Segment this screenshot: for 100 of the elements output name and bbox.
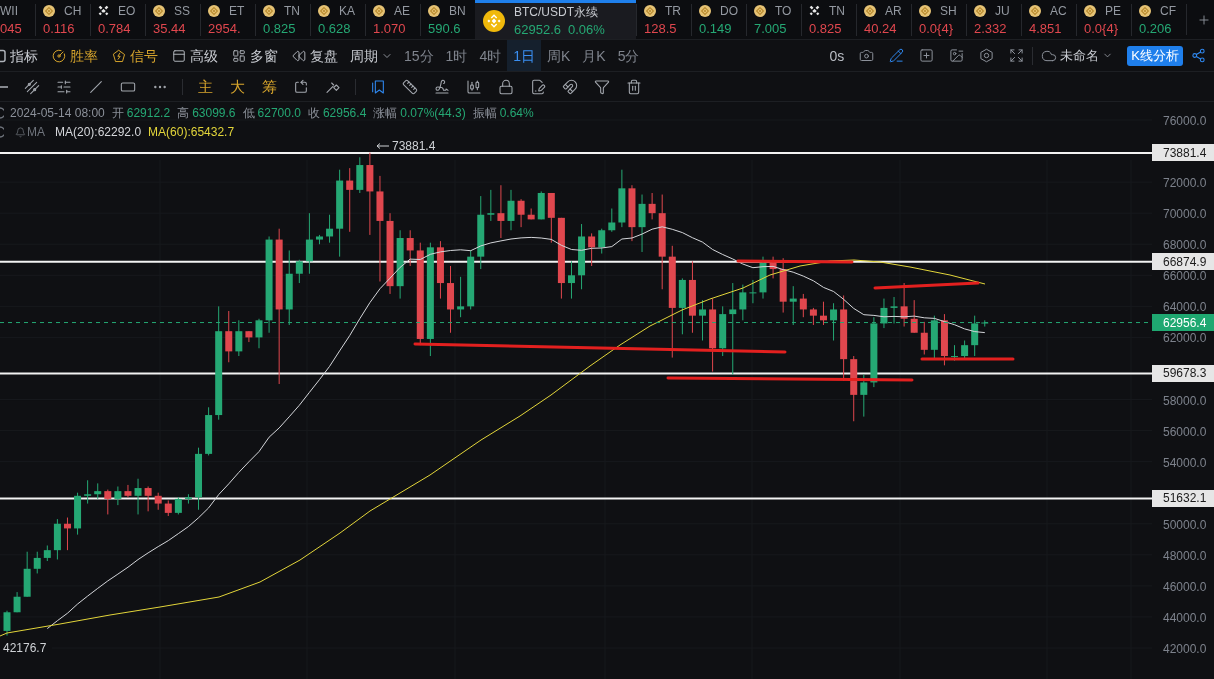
ticker-tab[interactable]: DO 0.149 xyxy=(691,3,746,36)
price-text: 128.5 xyxy=(644,20,678,36)
tool-button[interactable]: 主 xyxy=(197,77,213,96)
trend-line[interactable] xyxy=(666,376,914,382)
symbol-text: BTC/USDT永续 xyxy=(514,5,599,19)
menu-button[interactable]: 多窗 xyxy=(232,47,278,64)
ticker-tab[interactable]: PE 0.0{4} xyxy=(1076,3,1131,36)
ticker-tab[interactable]: WII 045 xyxy=(0,3,35,36)
period-tab[interactable]: 1日 xyxy=(507,40,541,71)
period-tab[interactable]: 15分 xyxy=(398,40,440,71)
panel-icon xyxy=(172,48,186,63)
symbol-text: WII xyxy=(0,3,18,18)
price-text: 0.628 xyxy=(318,20,352,36)
price-text: 2954. xyxy=(208,20,242,36)
sliders-icon[interactable] xyxy=(56,78,72,95)
indicator-value: MA(60):65432.7 xyxy=(148,126,235,138)
menu-button[interactable]: 胜率 xyxy=(52,47,98,64)
fullscreen-icon[interactable] xyxy=(1009,48,1025,63)
indicator-icon xyxy=(0,48,6,63)
period-tab[interactable]: 1时 xyxy=(439,40,474,71)
signature-icon[interactable] xyxy=(434,78,450,95)
menu-button[interactable]: 高级 xyxy=(172,47,218,64)
ticker-tab[interactable]: AE 1.070 xyxy=(365,3,420,36)
axis-label: 64000.0 xyxy=(1162,301,1207,313)
magnet-icon[interactable] xyxy=(562,78,578,95)
trash-icon[interactable] xyxy=(626,78,642,95)
line-segment-icon[interactable] xyxy=(88,78,104,95)
coin-icon xyxy=(208,4,220,17)
ruler-icon[interactable] xyxy=(402,78,418,95)
candlestick-icon[interactable] xyxy=(466,78,482,95)
ticker-tab[interactable]: TO 7.005 xyxy=(746,3,801,36)
menu-button[interactable]: 复盘 xyxy=(292,47,338,64)
trend-line[interactable] xyxy=(413,342,787,354)
filter-icon[interactable] xyxy=(594,78,610,95)
axis-label: 58000.0 xyxy=(1162,395,1207,407)
hexagon-icon[interactable] xyxy=(979,48,995,63)
axis-label: 44000.0 xyxy=(1162,612,1207,624)
ticker-tab[interactable]: TN 0.825 xyxy=(801,3,856,36)
symbol-text: DO xyxy=(720,3,738,18)
axis-label: 68000.0 xyxy=(1162,239,1207,251)
ticker-tab[interactable]: SH 0.0{4} xyxy=(911,3,966,36)
period-tab[interactable]: 4时 xyxy=(473,40,508,71)
timer-text: 0s xyxy=(829,47,845,64)
coin-icon xyxy=(43,4,55,17)
high-price-label: 73881.4 xyxy=(392,140,436,152)
cross-icon xyxy=(98,5,109,16)
parallel-lines-icon[interactable] xyxy=(24,78,40,95)
price-level-line[interactable] xyxy=(0,260,1152,263)
analysis-button[interactable]: K线分析 xyxy=(1127,45,1183,66)
ticker-tab[interactable]: CF 0.206 xyxy=(1131,3,1186,36)
symbol-text: SS xyxy=(174,3,190,18)
price-level-label: 73881.4 xyxy=(1152,144,1214,162)
coin-icon xyxy=(754,4,766,17)
price-text: 0.149 xyxy=(699,20,733,36)
symbol-text: TR xyxy=(665,3,681,18)
ticker-tab[interactable]: SS 35.44 xyxy=(145,3,200,36)
menu-button[interactable]: 信号 xyxy=(112,47,158,64)
high-marker-arrow xyxy=(376,143,390,149)
bookmark-icon[interactable] xyxy=(370,78,386,95)
ticker-tab[interactable]: KA 0.628 xyxy=(310,3,365,36)
period-dropdown[interactable]: 周期 xyxy=(350,47,393,64)
note-edit-icon[interactable] xyxy=(530,78,546,95)
price-text: 7.005 xyxy=(754,20,788,36)
ticker-tab[interactable]: ET 2954. xyxy=(200,3,255,36)
price-level-line[interactable] xyxy=(0,151,1152,154)
pencil-icon[interactable] xyxy=(889,48,905,63)
period-tab[interactable]: 月K xyxy=(576,40,612,71)
ticker-tab[interactable]: TR 128.5 xyxy=(636,3,691,36)
layout-dropdown[interactable]: 未命名 xyxy=(1041,47,1114,64)
period-tab[interactable]: 周K xyxy=(540,40,577,71)
trend-line[interactable] xyxy=(736,259,854,264)
coin-icon xyxy=(974,4,986,17)
price-text: 0.0{4} xyxy=(919,20,954,36)
ticker-tab[interactable]: EO 0.784 xyxy=(90,3,145,36)
share-icon[interactable] xyxy=(1191,48,1206,63)
ticker-tab[interactable]: AC 4.851 xyxy=(1021,3,1076,36)
signal-icon xyxy=(112,48,126,63)
lock-icon[interactable] xyxy=(498,78,514,95)
cycle-icon[interactable] xyxy=(293,78,309,95)
tool-button[interactable]: 筹 xyxy=(261,77,277,96)
line-icon[interactable] xyxy=(0,85,8,88)
price-text: 045 xyxy=(0,20,23,36)
menu-button[interactable]: 指标 xyxy=(0,47,38,64)
frame-plus-icon[interactable] xyxy=(919,48,935,63)
axis-label: 76000.0 xyxy=(1162,115,1207,127)
axis-label: 42000.0 xyxy=(1162,643,1207,655)
coin-icon xyxy=(483,10,505,32)
camera-icon[interactable] xyxy=(859,48,875,63)
ticker-tab[interactable]: TN 0.825 xyxy=(255,3,310,36)
axis-label: 72000.0 xyxy=(1162,177,1207,189)
ticker-tab[interactable]: AR 40.24 xyxy=(856,3,911,36)
tool-button[interactable]: 大 xyxy=(229,77,245,96)
trend-line[interactable] xyxy=(920,357,1015,361)
ticker-tab[interactable]: CH 0.116 xyxy=(35,3,90,36)
period-tab[interactable]: 5分 xyxy=(611,40,646,71)
trend-line[interactable] xyxy=(873,281,980,290)
ticker-tab[interactable]: JU 2.332 xyxy=(966,3,1021,36)
image-minus-icon[interactable] xyxy=(949,48,965,63)
ticker-tab[interactable]: BTC/USDT永续 62952.6 0.06% xyxy=(475,0,636,39)
current-price-label: 62956.4 xyxy=(1152,314,1214,332)
